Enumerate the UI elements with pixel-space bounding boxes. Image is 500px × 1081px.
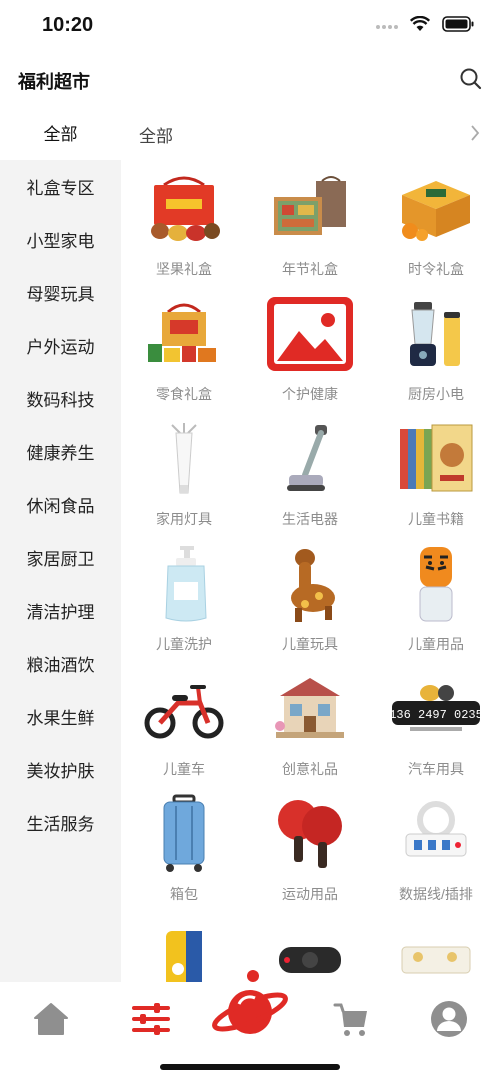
tab-home[interactable]	[26, 994, 76, 1044]
category-cell[interactable]: 生活电器	[247, 410, 373, 535]
subcategory-all-label[interactable]: 全部	[139, 122, 173, 147]
category-label: 创意礼品	[282, 761, 338, 777]
category-cell[interactable]: 厨房小电	[373, 285, 499, 410]
tiger-bottle-icon	[390, 543, 482, 625]
suitcase-icon	[138, 793, 230, 875]
lotion-bottle-icon	[138, 543, 230, 625]
chevron-right-icon[interactable]	[470, 124, 480, 147]
category-label: 年节礼盒	[282, 261, 338, 277]
category-cell[interactable]: 创意礼品	[247, 660, 373, 785]
balance-bike-icon	[138, 668, 230, 750]
sidebar-item[interactable]: 休闲食品	[0, 478, 121, 531]
category-label: 运动用品	[282, 886, 338, 902]
category-sliders-icon	[132, 1003, 170, 1035]
category-cell[interactable]: 运动用品	[247, 785, 373, 910]
sidebar-item[interactable]: 美妆护肤	[0, 743, 121, 796]
category-cell[interactable]: 年节礼盒	[247, 160, 373, 285]
sidebar-item-all[interactable]: 全部	[0, 104, 121, 160]
lamp-icon	[138, 418, 230, 500]
category-label: 汽车用具	[408, 761, 464, 777]
category-label: 数据线/插排	[399, 886, 473, 902]
seasonal-fruit-box-icon	[390, 168, 482, 250]
category-label: 坚果礼盒	[156, 261, 212, 277]
category-label: 零食礼盒	[156, 386, 212, 402]
nut-gift-box-icon	[138, 168, 230, 250]
category-cell[interactable]: 箱包	[121, 785, 247, 910]
sidebar: 礼盒专区 小型家电 母婴玩具 户外运动 数码科技 健康养生 休闲食品 家居厨卫 清洁护理 粮油酒饮…	[0, 160, 121, 982]
category-cell[interactable]: 儿童车	[121, 660, 247, 785]
books-icon	[390, 418, 482, 500]
sidebar-item[interactable]: 水果生鲜	[0, 690, 121, 743]
category-cell[interactable]: 儿童玩具	[247, 535, 373, 660]
cart-icon	[333, 1003, 367, 1036]
category-label: 儿童车	[163, 761, 205, 777]
sidebar-item[interactable]: 清洁护理	[0, 584, 121, 637]
tab-category[interactable]	[126, 994, 176, 1044]
status-time: 10:20	[42, 14, 94, 36]
category-label: 家用灯具	[156, 511, 212, 527]
sidebar-item[interactable]: 礼盒专区	[0, 160, 121, 213]
sidebar-item[interactable]: 户外运动	[0, 319, 121, 372]
floor-cleaner-icon	[264, 418, 356, 500]
category-cell[interactable]: 坚果礼盒	[121, 160, 247, 285]
status-icons	[376, 15, 474, 37]
category-cell[interactable]: 时令礼盒	[373, 160, 499, 285]
home-indicator	[160, 1064, 340, 1070]
search-icon	[460, 68, 482, 90]
parking-plate-text: 136 2497 0235	[390, 708, 482, 722]
category-cell[interactable]: 数据线/插排	[373, 785, 499, 910]
sidebar-item[interactable]: 生活服务	[0, 796, 121, 849]
planet-icon	[212, 970, 288, 1034]
blender-icon	[390, 293, 482, 375]
parking-number-plate-icon: 136 2497 0235	[390, 668, 482, 750]
sidebar-item[interactable]: 粮油酒饮	[0, 637, 121, 690]
category-label: 箱包	[170, 886, 198, 902]
sidebar-item[interactable]: 数码科技	[0, 372, 121, 425]
tab-profile[interactable]	[424, 994, 474, 1044]
category-label: 儿童玩具	[282, 636, 338, 652]
search-button[interactable]	[458, 66, 484, 92]
category-cell[interactable]: 个护健康	[247, 285, 373, 410]
home-icon	[34, 1003, 68, 1035]
category-label: 儿童用品	[408, 636, 464, 652]
status-bar: 10:20	[0, 0, 500, 56]
sidebar-item[interactable]: 母婴玩具	[0, 266, 121, 319]
category-label: 时令礼盒	[408, 261, 464, 277]
festival-gift-box-icon	[264, 168, 356, 250]
category-cell[interactable]: 家用灯具	[121, 410, 247, 535]
category-cell[interactable]: 136 2497 0235 汽车用具	[373, 660, 499, 785]
tab-planet[interactable]	[205, 968, 295, 1048]
category-cell[interactable]: 零食礼盒	[121, 285, 247, 410]
category-cell[interactable]: 儿童洗护	[121, 535, 247, 660]
giraffe-toy-icon	[264, 543, 356, 625]
category-cell[interactable]	[373, 910, 499, 982]
sidebar-item[interactable]: 家居厨卫	[0, 531, 121, 584]
profile-icon	[431, 1001, 467, 1037]
sidebar-item[interactable]: 健康养生	[0, 425, 121, 478]
category-label: 厨房小电	[408, 386, 464, 402]
category-label: 儿童洗护	[156, 636, 212, 652]
category-label: 儿童书籍	[408, 511, 464, 527]
battery-icon	[442, 16, 474, 37]
power-strip-icon	[390, 793, 482, 875]
category-label: 个护健康	[282, 386, 338, 402]
sidebar-item[interactable]: 小型家电	[0, 213, 121, 266]
product-category-grid: 坚果礼盒 年节礼盒 时令礼盒零食礼盒 个护健康 厨房小电家用灯具 生活电器 儿童书籍儿童洗护…	[121, 160, 500, 982]
signal-icon	[376, 18, 398, 36]
tab-cart[interactable]	[326, 994, 376, 1044]
category-label: 生活电器	[282, 511, 338, 527]
ping-pong-paddles-icon	[264, 793, 356, 875]
category-cell[interactable]: 儿童书籍	[373, 410, 499, 535]
miniature-house-icon	[264, 668, 356, 750]
snack-gift-box-icon	[138, 293, 230, 375]
image-placeholder-icon	[264, 293, 356, 375]
category-row: 全部 全部	[0, 104, 500, 160]
page-title: 福利超市	[18, 72, 90, 92]
category-cell[interactable]: 儿童用品	[373, 535, 499, 660]
white-device-icon	[390, 918, 482, 982]
header: 福利超市	[0, 56, 500, 104]
wifi-icon	[409, 15, 431, 37]
